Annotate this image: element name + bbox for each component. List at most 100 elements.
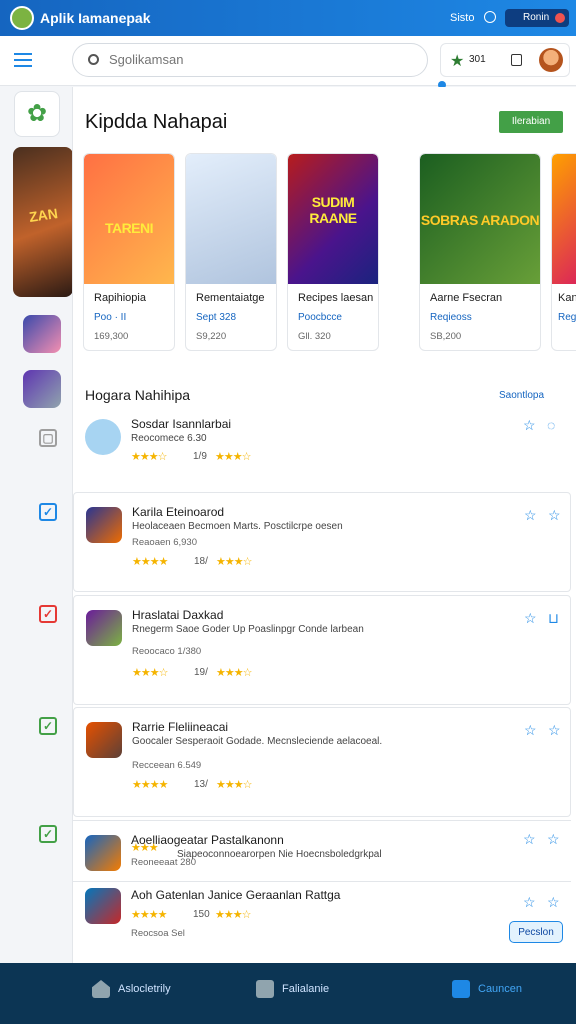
game-card[interactable]: Kan Reg — [551, 153, 576, 351]
status-text: Sisto — [450, 12, 475, 24]
clock-icon — [484, 11, 496, 23]
open-button[interactable]: Pecslon — [509, 921, 563, 943]
sidebar-thumb-2[interactable] — [23, 370, 61, 408]
list-item[interactable]: Aoelliaogeatar Pastalkanonn ★★★ Siapeoco… — [73, 820, 571, 880]
rating-stars-secondary: ★★★☆ — [216, 667, 252, 679]
search-input[interactable] — [109, 52, 409, 67]
checkbox-4[interactable]: ✓ — [39, 717, 57, 735]
store-logo-icon[interactable]: ✿ — [14, 91, 60, 137]
feature-banner-text: ZAN — [28, 205, 59, 225]
card-sub: Poo · II — [94, 312, 127, 323]
app-icon — [86, 722, 122, 758]
game-card[interactable]: SOBRAS ARADON Aarne Fsecran Reqieoss SB,… — [419, 153, 541, 351]
card-name: Kan — [558, 292, 576, 304]
store-icon — [452, 980, 470, 998]
app-avatar-icon[interactable] — [10, 6, 34, 30]
game-art: SOBRAS ARADON — [420, 154, 540, 284]
game-art-text: TARENI — [104, 220, 154, 236]
rating-value: 13/ — [194, 779, 208, 790]
favorite-star-icon[interactable]: ☆ — [524, 507, 537, 524]
checkbox-5[interactable]: ✓ — [39, 825, 57, 843]
tab-home[interactable]: Aslocletrily — [92, 980, 171, 1004]
wishlist-star-icon[interactable]: ☆ — [548, 722, 561, 739]
search-bar[interactable] — [72, 43, 428, 77]
sidebar: ✿ ZAN ▢ ✓ ✓ ✓ ✓ — [0, 87, 73, 963]
card-price: SB,200 — [430, 331, 462, 342]
checkbox-3[interactable]: ✓ — [39, 605, 57, 623]
game-art-text: SUDIM RAANE — [309, 194, 357, 226]
hamburger-menu-icon[interactable] — [14, 53, 32, 67]
list-item[interactable]: Karila Eteinoarod Heolaceaen Becmoen Mar… — [73, 492, 571, 592]
favorite-star-icon[interactable]: ☆ — [524, 722, 537, 739]
game-card[interactable]: Rementaiatge Sept 328 S9,220 — [185, 153, 277, 351]
item-desc: Goocaler Sesperaoit Godade. Mecnsleciend… — [132, 736, 383, 747]
tab-store[interactable]: Cauncen — [452, 980, 522, 1004]
checkbox-1[interactable]: ▢ — [39, 429, 57, 447]
rating-stars: ★★★★ — [132, 556, 168, 568]
status-pill[interactable]: Ronin — [505, 9, 569, 27]
game-art — [186, 154, 276, 284]
item-title: Sosdar Isannlarbai — [131, 417, 232, 431]
item-desc: Heolaceaen Becmoen Marts. Posctilcrpe oe… — [132, 521, 343, 532]
rating-value: 19/ — [194, 667, 208, 678]
star-count: 301 — [469, 54, 486, 65]
item-meta: Reaoaen 6,930 — [132, 537, 197, 548]
user-toolbar: ★ 301 — [440, 43, 570, 77]
rating-value: 150 — [193, 909, 210, 920]
card-name: Recipes laesan — [298, 292, 374, 304]
list-item[interactable]: Rarrie Fleliineacai Goocaler Sesperaoit … — [73, 707, 571, 817]
star-icon[interactable]: ★ — [450, 51, 464, 71]
sidebar-thumb-1[interactable] — [23, 315, 61, 353]
rating-stars-secondary: ★★★☆ — [216, 779, 252, 791]
favorite-star-icon[interactable]: ☆ — [524, 610, 537, 627]
feature-banner[interactable]: ZAN — [13, 147, 73, 297]
clipboard-icon[interactable] — [511, 54, 522, 66]
favorite-star-icon[interactable]: ☆ — [523, 417, 536, 434]
app-icon — [85, 888, 121, 924]
list-item[interactable]: Hraslatai Daxkad Rnegerm Saoe Goder Up P… — [73, 595, 571, 705]
card-name: Rapihiopia — [94, 292, 146, 304]
wishlist-star-icon[interactable]: ☆ — [548, 507, 561, 524]
item-meta: Reoocaco 1/380 — [132, 646, 202, 657]
list-title: Hogara Nahihipa — [85, 387, 191, 403]
favorite-star-icon[interactable]: ☆ — [523, 831, 536, 848]
featured-action-button[interactable]: Ilerabian — [499, 111, 563, 133]
item-title: Rarrie Fleliineacai — [132, 720, 229, 734]
rating-stars-secondary: ★★★☆ — [215, 451, 251, 463]
tab-library[interactable]: Falialanie — [256, 980, 329, 1004]
title-bar: Aplik Iamanepak Sisto Ronin — [0, 0, 576, 36]
refresh-icon[interactable]: ◌ — [547, 417, 555, 433]
game-art: TARENI — [84, 154, 174, 284]
item-desc: Rnegerm Saoe Goder Up Poaslinpgr Conde l… — [132, 624, 364, 635]
rating-stars: ★★★ — [131, 842, 159, 854]
card-sub: Reqieoss — [430, 312, 472, 323]
app-icon — [85, 835, 121, 871]
bottom-nav: Aslocletrily Falialanie Cauncen — [0, 963, 576, 1024]
rating-stars-secondary: ★★★☆ — [215, 909, 251, 921]
app-icon — [86, 507, 122, 543]
game-card[interactable]: SUDIM RAANE Recipes laesan Poocbcce Gll.… — [287, 153, 379, 351]
app-title: Aplik Iamanepak — [40, 10, 151, 26]
see-all-link[interactable]: Saontlopa — [499, 390, 544, 401]
game-art — [552, 154, 576, 284]
bookmark-icon[interactable]: ⊔ — [548, 610, 559, 627]
wishlist-star-icon[interactable]: ☆ — [547, 831, 560, 848]
list-item[interactable]: Sosdar Isannlarbai Reocomece 6.30 ★★★☆ 1… — [73, 405, 571, 491]
favorite-star-icon[interactable]: ☆ — [523, 894, 536, 911]
game-art-text: SOBRAS ARADON — [420, 212, 540, 228]
rating-stars-secondary: ★★★☆ — [216, 556, 252, 568]
wishlist-star-icon[interactable]: ☆ — [547, 894, 560, 911]
item-desc: Reocomece 6.30 — [131, 433, 207, 444]
section-title: Kipdda Nahapai — [85, 111, 228, 133]
card-price: 169,300 — [94, 331, 129, 342]
rating-stars: ★★★★ — [132, 779, 168, 791]
list-item[interactable]: Aoh Gatenlan Janice Geraanlan Rattga ★★★… — [73, 881, 571, 949]
user-face-icon[interactable] — [539, 48, 563, 72]
library-icon — [256, 980, 274, 998]
card-sub: Poocbcce — [298, 312, 342, 323]
game-card[interactable]: TARENI Rapihiopia Poo · II 169,300 — [83, 153, 175, 351]
checkbox-2[interactable]: ✓ — [39, 503, 57, 521]
card-sub: Reg — [558, 312, 576, 323]
notification-dot-icon — [555, 13, 565, 23]
tab-home-label: Aslocletrily — [118, 983, 171, 995]
